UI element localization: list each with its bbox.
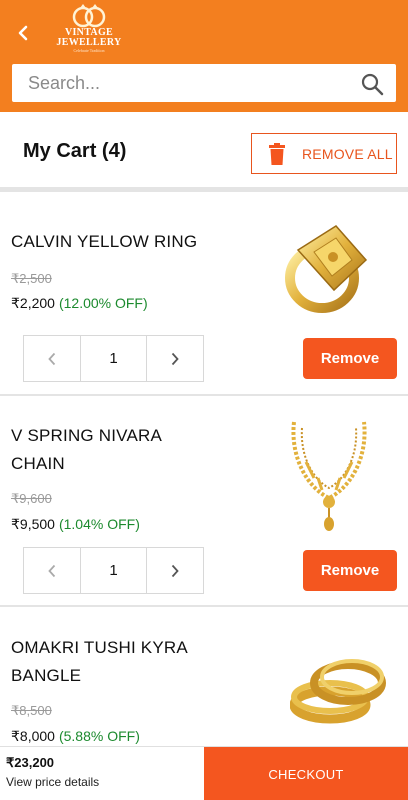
- page-title: My Cart (4): [23, 140, 127, 162]
- search-bar: [12, 64, 396, 102]
- chevron-left-icon: [18, 25, 28, 41]
- item-discount: (12.00% OFF): [58, 295, 148, 311]
- quantity-value: 1: [80, 548, 147, 593]
- search-input[interactable]: [12, 64, 352, 102]
- cart-total: ₹23,200: [6, 755, 55, 770]
- brand-logo: VINTAGE JEWELLERY Celebrate Tradition: [56, 4, 122, 60]
- item-price: ₹8,000: [11, 728, 55, 744]
- quantity-value: 1: [80, 336, 147, 381]
- checkout-button[interactable]: CHECKOUT: [204, 747, 408, 800]
- decrease-quantity-button[interactable]: [24, 548, 80, 593]
- chevron-left-icon: [48, 564, 56, 577]
- item-mrp: ₹9,600: [11, 491, 52, 506]
- cart-screen: VINTAGE JEWELLERY Celebrate Tradition My…: [0, 0, 408, 800]
- item-price: ₹9,500: [11, 516, 55, 532]
- quantity-stepper: 1: [23, 335, 204, 382]
- item-price-line: ₹9,500 (1.04% OFF): [11, 516, 140, 533]
- item-price-line: ₹8,000 (5.88% OFF): [11, 728, 140, 745]
- search-icon[interactable]: [360, 72, 384, 96]
- cart-item: OMAKRI TUSHI KYRA BANGLE ₹8,500 ₹8,000 (5…: [0, 607, 408, 747]
- chevron-left-icon: [48, 352, 56, 365]
- remove-all-button[interactable]: REMOVE ALL: [251, 133, 397, 174]
- item-discount: (1.04% OFF): [58, 516, 140, 532]
- rings-logo-icon: [72, 4, 106, 28]
- increase-quantity-button[interactable]: [147, 336, 203, 381]
- gold-necklace-image[interactable]: [284, 418, 374, 534]
- back-button[interactable]: [10, 20, 36, 46]
- quantity-stepper: 1: [23, 547, 204, 594]
- item-discount: (5.88% OFF): [58, 728, 140, 744]
- chevron-right-icon: [171, 352, 179, 365]
- remove-item-button[interactable]: Remove: [303, 550, 397, 591]
- gold-bangles-image[interactable]: [290, 655, 386, 729]
- logo-tagline: Celebrate Tradition: [73, 48, 105, 53]
- decrease-quantity-button[interactable]: [24, 336, 80, 381]
- item-mrp: ₹2,500: [11, 271, 52, 286]
- view-price-details-link[interactable]: View price details: [6, 775, 99, 789]
- item-name[interactable]: V SPRING NIVARA CHAIN: [11, 422, 201, 478]
- cart-item: CALVIN YELLOW RING ₹2,500 ₹2,200 (12.00% …: [0, 192, 408, 394]
- item-mrp: ₹8,500: [11, 703, 52, 718]
- app-header: VINTAGE JEWELLERY Celebrate Tradition: [0, 0, 408, 112]
- logo-text-line2: JEWELLERY: [56, 37, 122, 48]
- increase-quantity-button[interactable]: [147, 548, 203, 593]
- chevron-right-icon: [171, 564, 179, 577]
- trash-icon: [269, 142, 285, 165]
- cart-footer: ₹23,200 View price details CHECKOUT: [0, 746, 408, 800]
- item-name[interactable]: OMAKRI TUSHI KYRA BANGLE: [11, 634, 201, 690]
- remove-all-label: REMOVE ALL: [302, 145, 393, 162]
- remove-item-button[interactable]: Remove: [303, 338, 397, 379]
- gold-ring-image[interactable]: [278, 220, 376, 316]
- item-name[interactable]: CALVIN YELLOW RING: [11, 228, 201, 256]
- cart-item: V SPRING NIVARA CHAIN ₹9,600 ₹9,500 (1.04…: [0, 396, 408, 606]
- item-price: ₹2,200: [11, 295, 55, 311]
- item-price-line: ₹2,200 (12.00% OFF): [11, 295, 148, 312]
